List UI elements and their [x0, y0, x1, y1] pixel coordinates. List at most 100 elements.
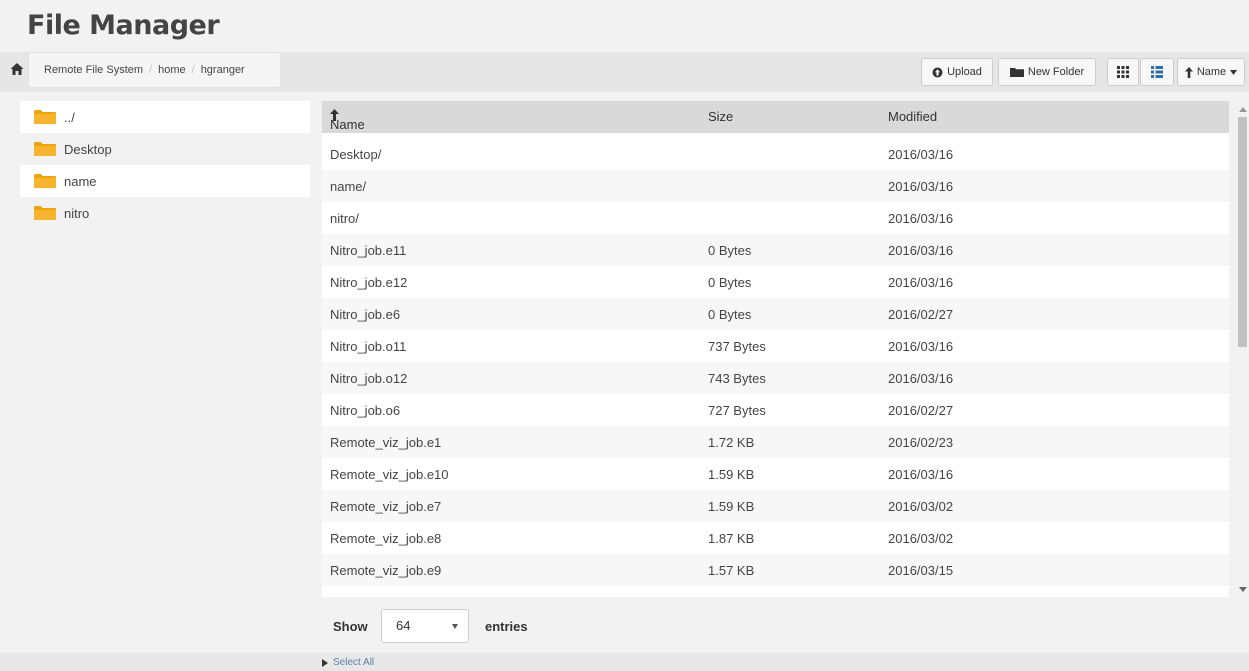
sidebar: ../ Desktop name nitro	[20, 101, 310, 229]
scroll-up-arrow-icon[interactable]	[1239, 107, 1247, 112]
sort-button[interactable]: Name	[1177, 58, 1245, 86]
column-header-label: Name	[330, 117, 365, 132]
new-folder-button[interactable]: New Folder	[998, 58, 1096, 86]
file-modified: 2016/03/16	[888, 147, 954, 162]
entries-per-page-select[interactable]: 64	[381, 609, 469, 643]
file-size: 0 Bytes	[708, 307, 752, 322]
file-modified: 2016/03/16	[888, 371, 954, 386]
file-size: 1.72 KB	[708, 435, 755, 450]
table-row[interactable]: Remote_viz_job.e9 1.57 KB 2016/03/15	[322, 554, 1229, 586]
file-name: Desktop/	[330, 147, 382, 162]
table-header: Name Size Modified	[322, 101, 1229, 133]
upload-label: Upload	[947, 66, 982, 78]
list-view-icon	[1151, 66, 1163, 78]
file-size: 1.57 KB	[708, 563, 755, 578]
table-row[interactable]: name/ 2016/03/16	[322, 170, 1229, 202]
bottom-bar	[0, 653, 1249, 671]
file-name: Nitro_job.e12	[330, 275, 408, 290]
file-modified: 2016/03/16	[888, 467, 954, 482]
folder-icon	[34, 110, 56, 124]
file-name: Remote_viz_job.e9	[330, 563, 442, 578]
table-row[interactable]: Nitro_job.o6 727 Bytes 2016/02/27	[322, 394, 1229, 426]
file-size: 1.87 KB	[708, 531, 755, 546]
file-name: nitro/	[330, 211, 359, 226]
file-modified: 2016/03/16	[888, 179, 954, 194]
file-size: 1.59 KB	[708, 499, 755, 514]
expand-triangle-icon	[322, 658, 328, 667]
select-all-toggle[interactable]: Select All	[322, 657, 374, 668]
file-size: 0 Bytes	[708, 275, 752, 290]
sidebar-item-label: ../	[64, 109, 75, 125]
folder-icon	[34, 206, 56, 220]
sidebar-item-label: Desktop	[64, 141, 112, 157]
table-row[interactable]: Nitro_job.e11 0 Bytes 2016/03/16	[322, 234, 1229, 266]
column-header-size[interactable]: Size	[708, 109, 733, 124]
caret-down-icon	[452, 624, 458, 629]
breadcrumb-separator: /	[191, 64, 195, 76]
column-header-name[interactable]: Name	[330, 109, 365, 132]
folder-icon	[34, 174, 56, 188]
file-name: Remote_viz_job.e8	[330, 531, 442, 546]
table-row[interactable]: Nitro_job.e12 0 Bytes 2016/03/16	[322, 266, 1229, 298]
upload-button[interactable]: Upload	[921, 58, 993, 86]
sidebar-item-nitro[interactable]: nitro	[20, 197, 310, 229]
table-row[interactable]: Remote_viz_job.e7 1.59 KB 2016/03/02	[322, 490, 1229, 522]
file-size: 737 Bytes	[708, 339, 766, 354]
home-icon[interactable]	[10, 62, 24, 76]
grid-view-icon	[1117, 66, 1129, 78]
table-row[interactable]: Nitro_job.o11 737 Bytes 2016/03/16	[322, 330, 1229, 362]
file-name: Nitro_job.e6	[330, 307, 401, 322]
file-name: Nitro_job.o11	[330, 339, 407, 354]
show-label: Show	[333, 619, 368, 634]
sidebar-item-label: name	[64, 173, 97, 189]
table-row[interactable]: Remote_viz_job.e10 1.59 KB 2016/03/16	[322, 458, 1229, 490]
grid-view-button[interactable]	[1107, 58, 1139, 86]
table-row[interactable]: Remote_viz_job.e1 1.72 KB 2016/02/23	[322, 426, 1229, 458]
breadcrumb: Remote File System / home / hgranger	[28, 52, 281, 88]
sidebar-item-desktop[interactable]: Desktop	[20, 133, 310, 165]
folder-icon	[34, 142, 56, 156]
sidebar-item-parent[interactable]: ../	[20, 101, 310, 133]
file-name: Nitro_job.o12	[330, 371, 408, 386]
list-view-button[interactable]	[1140, 58, 1174, 86]
folder-icon	[1009, 68, 1024, 77]
file-table: Name Size Modified Desktop/ 2016/03/16 n…	[322, 101, 1229, 597]
table-row[interactable]: Nitro_job.o12 743 Bytes 2016/03/16	[322, 362, 1229, 394]
scrollbar-thumb[interactable]	[1238, 117, 1247, 347]
breadcrumb-separator: /	[149, 64, 153, 76]
entries-label: entries	[485, 619, 528, 634]
file-name: Nitro_job.e11	[330, 243, 407, 258]
column-header-modified[interactable]: Modified	[888, 109, 937, 124]
sort-up-arrow-icon	[1184, 66, 1193, 78]
sidebar-item-label: nitro	[64, 205, 90, 221]
table-row[interactable]: Remote_viz_job.e8 1.87 KB 2016/03/02	[322, 522, 1229, 554]
file-modified: 2016/02/27	[888, 307, 954, 322]
file-modified: 2016/03/16	[888, 211, 954, 226]
file-name: Remote_viz_job.e7	[330, 499, 442, 514]
file-name: Nitro_job.o6	[330, 403, 401, 418]
breadcrumb-item-root[interactable]: Remote File System	[44, 64, 143, 76]
table-row[interactable]: Nitro_job.e6 0 Bytes 2016/02/27	[322, 298, 1229, 330]
file-modified: 2016/03/16	[888, 275, 954, 290]
upload-icon	[932, 67, 943, 77]
scroll-down-arrow-icon[interactable]	[1239, 587, 1247, 592]
caret-down-icon	[1230, 69, 1238, 75]
sort-label: Name	[1196, 66, 1227, 78]
new-folder-label: New Folder	[1027, 66, 1085, 78]
file-name: Remote_viz_job.e1	[330, 435, 442, 450]
file-size: 743 Bytes	[708, 371, 766, 386]
file-modified: 2016/03/16	[888, 339, 954, 354]
breadcrumb-item-user[interactable]: hgranger	[201, 64, 245, 76]
file-name: Remote_viz_job.e10	[330, 467, 449, 482]
table-row[interactable]: nitro/ 2016/03/16	[322, 202, 1229, 234]
page-title: File Manager	[27, 10, 220, 41]
file-size: 1.59 KB	[708, 467, 755, 482]
sidebar-item-name[interactable]: name	[20, 165, 310, 197]
file-size: 727 Bytes	[708, 403, 766, 418]
breadcrumb-item-home[interactable]: home	[158, 64, 186, 76]
table-row[interactable]: Desktop/ 2016/03/16	[322, 138, 1229, 170]
file-modified: 2016/03/02	[888, 531, 954, 546]
entries-per-page-value: 64	[396, 618, 411, 633]
file-modified: 2016/03/02	[888, 499, 954, 514]
file-name: name/	[330, 179, 367, 194]
